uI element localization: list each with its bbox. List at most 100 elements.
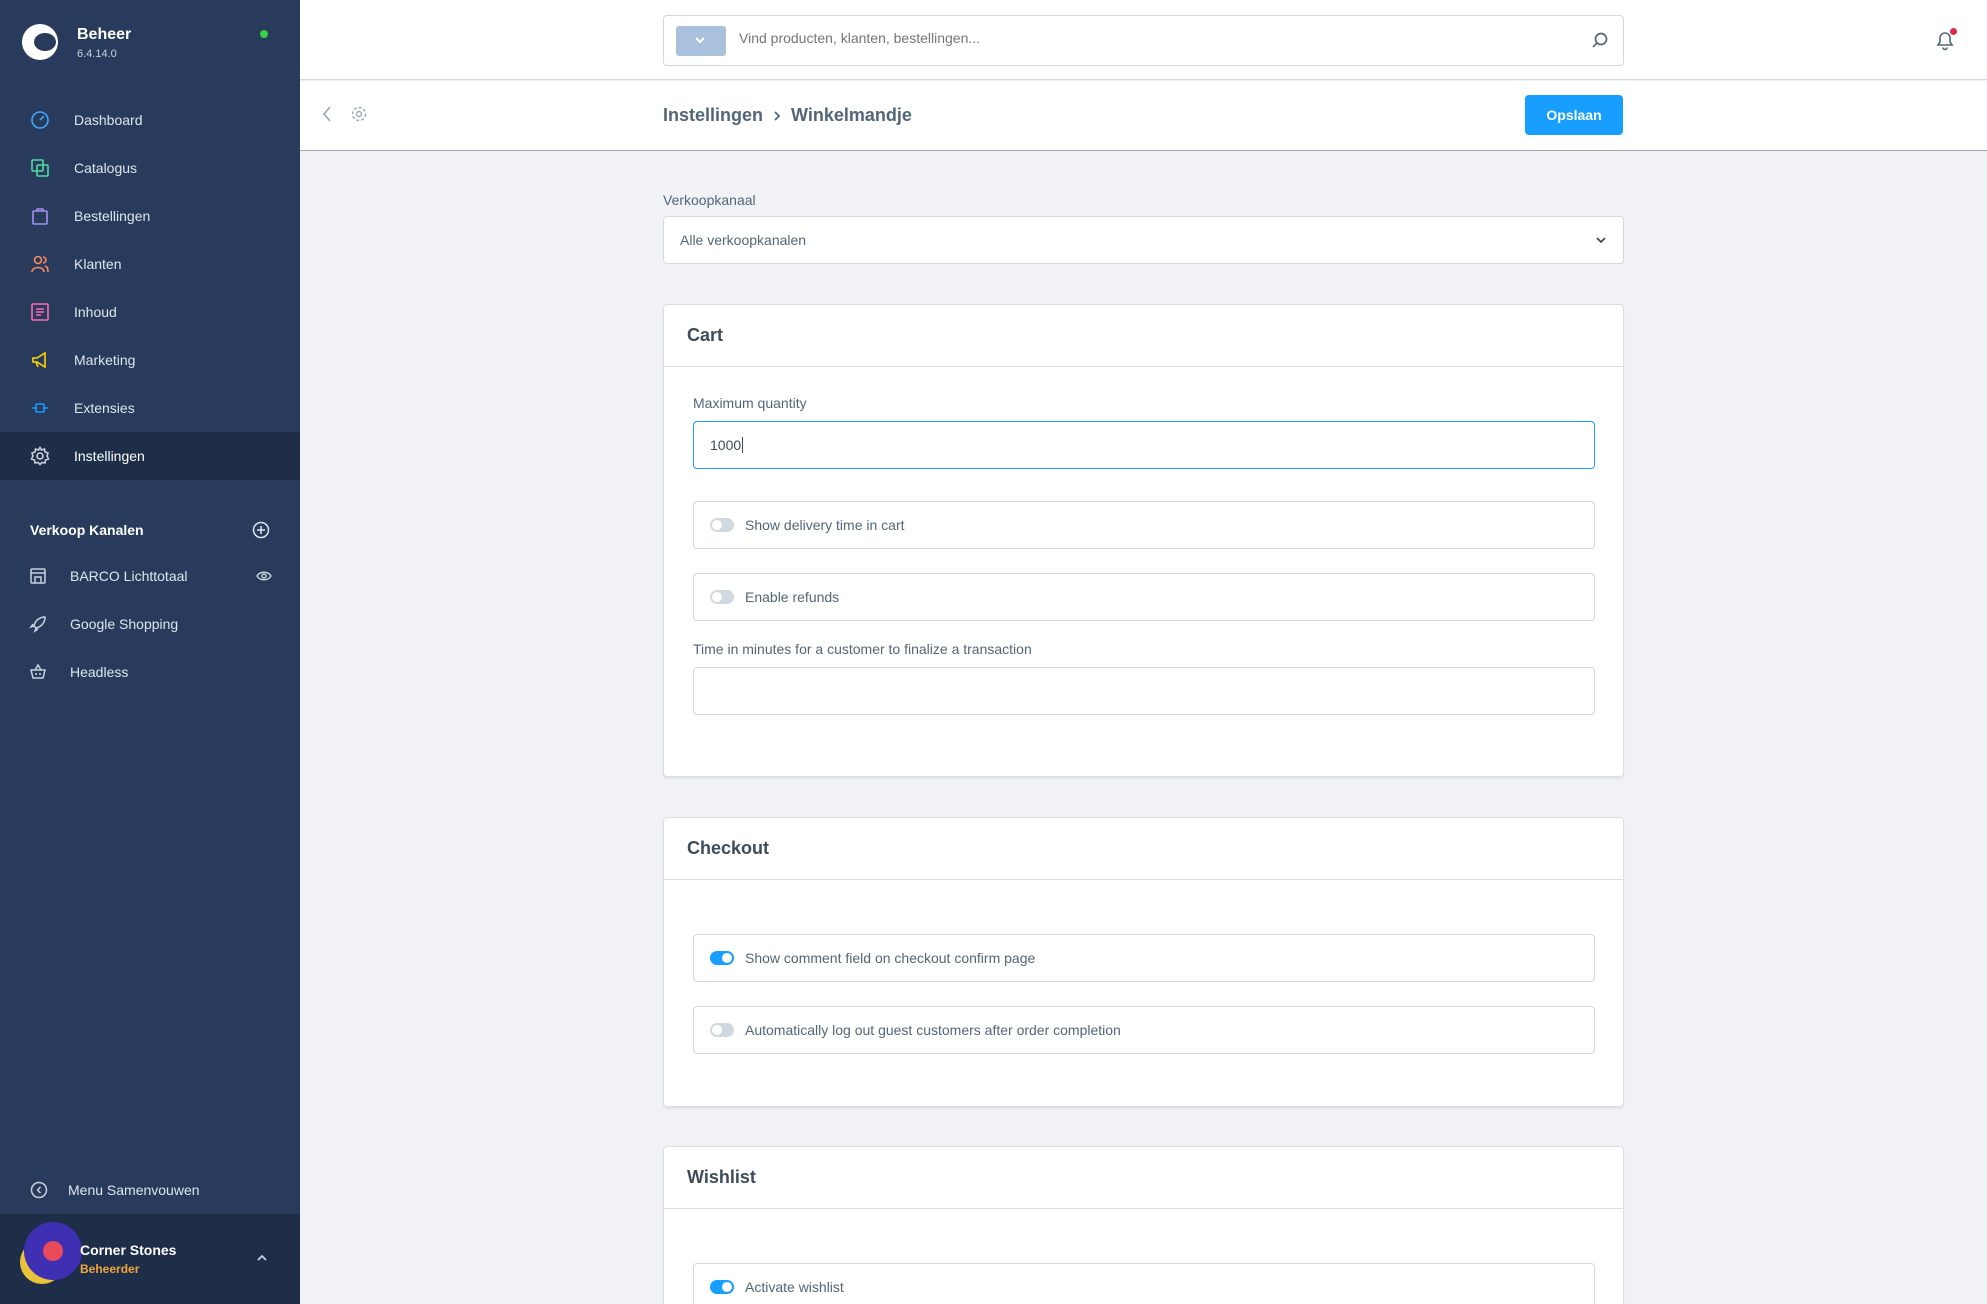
rocket-icon bbox=[29, 616, 46, 633]
wishlist-card-title: Wishlist bbox=[664, 1147, 1623, 1209]
megaphone-icon bbox=[32, 351, 46, 369]
nav-label: Instellingen bbox=[74, 448, 145, 464]
nav-label: Catalogus bbox=[74, 160, 138, 176]
global-search bbox=[663, 15, 1624, 66]
sales-channel-headless[interactable]: Headless bbox=[0, 648, 300, 696]
sales-channel-barco[interactable]: BARCO Lichttotaal bbox=[0, 552, 300, 600]
nav-label: Bestellingen bbox=[74, 208, 151, 224]
add-circle-icon[interactable] bbox=[252, 521, 270, 539]
nav-item-orders[interactable]: Bestellingen bbox=[0, 192, 300, 240]
show-comment-field-switch[interactable]: Show comment field on checkout confirm p… bbox=[693, 934, 1595, 982]
breadcrumb-parent[interactable]: Instellingen bbox=[663, 105, 763, 126]
basket-icon bbox=[30, 663, 46, 679]
content-icon bbox=[31, 303, 49, 321]
user-name: Corner Stones bbox=[80, 1242, 177, 1258]
sales-channel-label: Google Shopping bbox=[70, 616, 179, 632]
nav-label: Extensies bbox=[74, 400, 135, 416]
storefront-icon bbox=[30, 568, 46, 584]
eye-icon[interactable] bbox=[256, 568, 272, 584]
toggle-icon[interactable] bbox=[710, 590, 734, 604]
activate-wishlist-switch[interactable]: Activate wishlist bbox=[693, 1263, 1595, 1304]
top-bar bbox=[300, 0, 1987, 80]
sales-channels-title: Verkoop Kanalen bbox=[30, 522, 144, 538]
nav-label: Inhoud bbox=[74, 304, 117, 320]
nav-label: Dashboard bbox=[74, 112, 143, 128]
sales-channel-select-label: Verkoopkanaal bbox=[663, 192, 756, 208]
sales-channel-list: BARCO Lichttotaal Google Shopping Headle… bbox=[0, 552, 300, 696]
breadcrumb: Instellingen Winkelmandje bbox=[663, 105, 912, 126]
nav-label: Marketing bbox=[74, 352, 136, 368]
finalize-time-label: Time in minutes for a customer to finali… bbox=[693, 641, 1032, 657]
catalog-icon bbox=[31, 159, 49, 177]
nav-item-customers[interactable]: Klanten bbox=[0, 240, 300, 288]
cart-card-title: Cart bbox=[664, 305, 1623, 367]
gear-icon bbox=[30, 446, 50, 466]
plug-icon bbox=[32, 403, 48, 413]
switch-label: Activate wishlist bbox=[745, 1279, 844, 1295]
collapse-circle-icon bbox=[30, 1181, 48, 1199]
back-arrow-icon[interactable] bbox=[320, 104, 334, 124]
search-input[interactable] bbox=[739, 30, 1539, 46]
checkout-card-title: Checkout bbox=[664, 818, 1623, 880]
max-quantity-input[interactable]: 1000 bbox=[693, 421, 1595, 469]
avatar bbox=[24, 1222, 82, 1280]
switch-label: Automatically log out guest customers af… bbox=[745, 1022, 1121, 1038]
chevron-right-icon bbox=[774, 110, 781, 121]
shopware-logo-icon bbox=[22, 24, 58, 60]
toggle-icon[interactable] bbox=[710, 1280, 734, 1294]
smart-bar: Instellingen Winkelmandje Opslaan bbox=[300, 81, 1987, 151]
toggle-icon[interactable] bbox=[710, 1023, 734, 1037]
sales-channels-header: Verkoop Kanalen bbox=[30, 518, 270, 542]
switch-label: Show comment field on checkout confirm p… bbox=[745, 950, 1036, 966]
brand-version: 6.4.14.0 bbox=[77, 48, 117, 60]
chevron-up-icon[interactable] bbox=[256, 1254, 268, 1262]
nav-label: Klanten bbox=[74, 256, 122, 272]
search-type-dropdown[interactable] bbox=[676, 26, 726, 56]
sales-channel-label: Headless bbox=[70, 664, 129, 680]
save-button[interactable]: Opslaan bbox=[1525, 95, 1623, 135]
notification-badge bbox=[1950, 28, 1957, 35]
wishlist-card: Wishlist Activate wishlist bbox=[663, 1146, 1624, 1304]
cart-card: Cart Maximum quantity 1000 Show delivery… bbox=[663, 304, 1624, 777]
toggle-icon[interactable] bbox=[710, 951, 734, 965]
text-caret bbox=[742, 437, 744, 453]
collapse-menu-label: Menu Samenvouwen bbox=[68, 1182, 200, 1198]
sales-channel-google-shopping[interactable]: Google Shopping bbox=[0, 600, 300, 648]
switch-label: Enable refunds bbox=[745, 589, 840, 605]
auto-logout-switch[interactable]: Automatically log out guest customers af… bbox=[693, 1006, 1595, 1054]
chevron-down-icon bbox=[1596, 237, 1606, 244]
nav-item-content[interactable]: Inhoud bbox=[0, 288, 300, 336]
max-quantity-value: 1000 bbox=[710, 437, 742, 453]
breadcrumb-current: Winkelmandje bbox=[791, 105, 912, 125]
settings-gear-icon[interactable] bbox=[350, 105, 368, 123]
online-status-icon bbox=[260, 30, 268, 38]
nav-item-catalog[interactable]: Catalogus bbox=[0, 144, 300, 192]
brand-title: Beheer bbox=[77, 26, 132, 43]
admin-sidebar: Beheer 6.4.14.0 Dashboard Catalogus Best… bbox=[0, 0, 300, 1304]
nav-item-dashboard[interactable]: Dashboard bbox=[0, 96, 300, 144]
notifications-button[interactable] bbox=[1933, 28, 1957, 52]
switch-label: Show delivery time in cart bbox=[745, 517, 905, 533]
sales-channel-select[interactable]: Alle verkoopkanalen bbox=[663, 216, 1624, 264]
collapse-menu-button[interactable]: Menu Samenvouwen bbox=[30, 1178, 200, 1202]
nav-item-marketing[interactable]: Marketing bbox=[0, 336, 300, 384]
brand[interactable]: Beheer 6.4.14.0 bbox=[22, 22, 280, 64]
chevron-down-icon bbox=[695, 37, 705, 44]
customers-icon bbox=[31, 255, 49, 273]
main-navigation: Dashboard Catalogus Bestellingen Klanten… bbox=[0, 96, 300, 480]
checkout-card: Checkout Show comment field on checkout … bbox=[663, 817, 1624, 1107]
orders-icon bbox=[32, 208, 48, 225]
sales-channel-select-value: Alle verkoopkanalen bbox=[680, 232, 807, 248]
user-role: Beheerder bbox=[80, 1262, 140, 1276]
max-quantity-label: Maximum quantity bbox=[693, 395, 807, 411]
nav-item-settings[interactable]: Instellingen bbox=[0, 432, 300, 480]
user-profile[interactable]: Corner Stones Beheerder bbox=[0, 1214, 300, 1304]
enable-refunds-switch[interactable]: Enable refunds bbox=[693, 573, 1595, 621]
search-icon[interactable] bbox=[1591, 31, 1609, 49]
dashboard-icon bbox=[31, 111, 49, 129]
finalize-time-input[interactable] bbox=[693, 667, 1595, 715]
show-delivery-time-switch[interactable]: Show delivery time in cart bbox=[693, 501, 1595, 549]
sales-channel-label: BARCO Lichttotaal bbox=[70, 568, 188, 584]
toggle-icon[interactable] bbox=[710, 518, 734, 532]
nav-item-extensions[interactable]: Extensies bbox=[0, 384, 300, 432]
